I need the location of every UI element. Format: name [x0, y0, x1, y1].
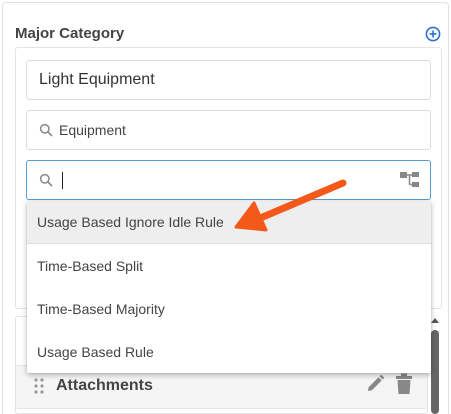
rule-dropdown: Usage Based Ignore Idle Rule Time-Based … — [27, 201, 431, 373]
dropdown-option[interactable]: Time-Based Majority — [27, 287, 431, 330]
category-name-field[interactable]: Light Equipment — [26, 60, 431, 100]
search-icon — [39, 123, 53, 137]
drag-handle-icon[interactable] — [34, 378, 44, 394]
dropdown-option[interactable]: Usage Based Rule — [27, 330, 431, 373]
search-icon — [39, 173, 53, 187]
category-search-field[interactable]: Equipment — [26, 110, 431, 150]
dropdown-option-label: Time-Based Majority — [37, 300, 165, 317]
annotation-arrow-icon — [234, 179, 347, 232]
scroll-thumb[interactable] — [431, 330, 439, 414]
category-search-value: Equipment — [59, 122, 126, 138]
attachments-label: Attachments — [56, 377, 153, 394]
category-name-value: Light Equipment — [39, 71, 155, 88]
pencil-icon[interactable] — [365, 374, 385, 394]
dropdown-option-label: Usage Based Rule — [37, 343, 154, 360]
hierarchy-icon[interactable] — [400, 171, 420, 189]
rule-search-input[interactable] — [26, 160, 431, 200]
section-title: Major Category — [15, 25, 125, 42]
trash-icon[interactable] — [395, 373, 413, 395]
dropdown-option-label: Usage Based Ignore Idle Rule — [37, 214, 224, 230]
dropdown-option[interactable]: Time-Based Split — [27, 244, 431, 287]
text-cursor — [62, 171, 63, 189]
dropdown-option-label: Time-Based Split — [37, 257, 144, 274]
scroll-up-icon[interactable] — [430, 316, 440, 324]
dropdown-option[interactable]: Usage Based Ignore Idle Rule — [27, 201, 431, 244]
plus-circle-icon[interactable] — [425, 26, 441, 42]
